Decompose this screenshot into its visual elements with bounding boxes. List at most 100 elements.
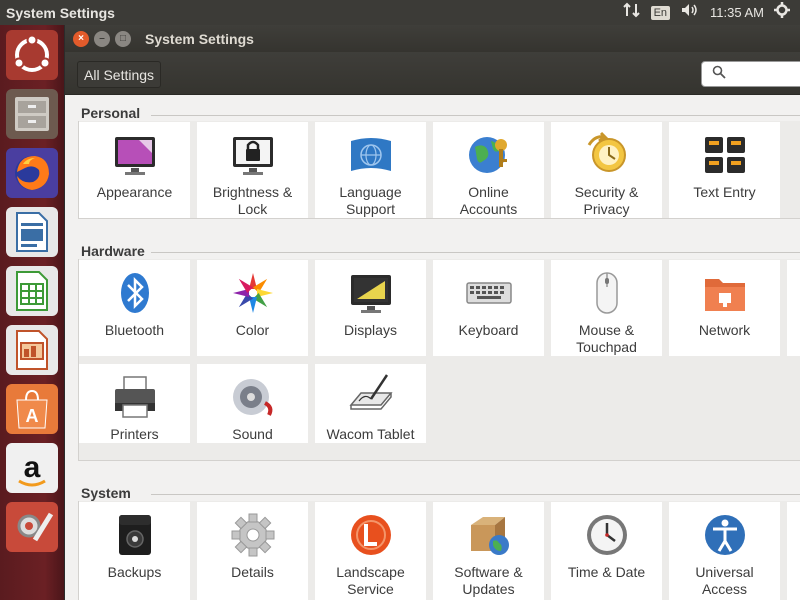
gear-icon[interactable] (774, 2, 790, 23)
amazon-icon[interactable]: a (6, 443, 58, 493)
tile-appearance[interactable]: Appearance (79, 122, 190, 218)
tile-label: Wacom Tablet (326, 426, 415, 442)
firefox-icon[interactable] (6, 148, 58, 198)
close-button[interactable]: × (73, 30, 89, 47)
network-icon (700, 268, 750, 318)
keyboard-icon (464, 268, 514, 318)
tile-sound[interactable]: Sound (197, 364, 308, 443)
backups-icon (110, 510, 160, 560)
printers-icon (110, 372, 160, 422)
tile-text-entry[interactable]: Text Entry (669, 122, 780, 218)
tile-time-date[interactable]: Time & Date (551, 502, 662, 600)
tile-wacom-tablet[interactable]: Wacom Tablet (315, 364, 426, 443)
tile-displays[interactable]: Displays (315, 260, 426, 356)
window-title: System Settings (145, 30, 254, 47)
tile-security-privacy[interactable]: Security & Privacy (551, 122, 662, 218)
software-center-icon[interactable]: A (6, 384, 58, 434)
language-support-icon (346, 130, 396, 180)
top-panel: System Settings En 11:35 AM (0, 0, 800, 25)
tile-label: Sound (232, 426, 273, 442)
section-divider (151, 115, 800, 116)
tile-label: Security & Privacy (574, 184, 639, 217)
tile-network[interactable]: Network (669, 260, 780, 356)
system-settings-window: × – □ System Settings All Settings Perso… (65, 25, 800, 600)
tile-label: Language Support (339, 184, 402, 217)
libreoffice-calc-icon[interactable] (6, 266, 58, 316)
tile-label: Keyboard (458, 322, 519, 338)
search-box[interactable] (701, 61, 800, 87)
landscape-service-icon (346, 510, 396, 560)
brightness-lock-icon (228, 130, 278, 180)
libreoffice-impress-icon[interactable] (6, 325, 58, 375)
tile-label: Online Accounts (459, 184, 518, 217)
time-date-icon (582, 510, 632, 560)
sound-icon (228, 372, 278, 422)
search-icon (712, 65, 726, 84)
tile-label: Universal Access (695, 564, 754, 597)
maximize-button[interactable]: □ (115, 30, 131, 47)
network-transfer-icon[interactable] (622, 2, 641, 23)
ubuntu-dash-icon[interactable] (6, 30, 58, 80)
section-divider (151, 494, 800, 495)
color-icon (228, 268, 278, 318)
wacom-tablet-icon (346, 372, 396, 422)
search-input[interactable] (732, 66, 800, 82)
all-settings-button[interactable]: All Settings (77, 61, 162, 88)
tile-label: Bluetooth (104, 322, 165, 338)
libreoffice-writer-icon[interactable] (6, 207, 58, 257)
tile-label: Details (231, 564, 274, 580)
tile-landscape-service[interactable]: Landscape Service (315, 502, 426, 600)
section-title-system: System (81, 485, 131, 501)
tile-label: Text Entry (693, 184, 756, 200)
tile-label: Printers (110, 426, 159, 442)
window-toolbar: All Settings (65, 52, 800, 95)
tile-mouse-touchpad[interactable]: Mouse & Touchpad (551, 260, 662, 356)
tile-label: Software & Updates (454, 564, 523, 597)
svg-text:A: A (26, 406, 39, 426)
tile-brightness-lock[interactable]: Brightness & Lock (197, 122, 308, 218)
tile-universal-access[interactable]: Universal Access (669, 502, 780, 600)
tile-label: Landscape Service (336, 564, 405, 597)
settings-content: Personal Hardware ⋮ System Appearance Br… (65, 95, 800, 600)
window-titlebar: × – □ System Settings (65, 25, 800, 52)
tile-label: Mouse & Touchpad (576, 322, 637, 355)
tile-backups[interactable]: Backups (79, 502, 190, 600)
files-icon[interactable] (6, 89, 58, 139)
tile-printers[interactable]: Printers (79, 364, 190, 443)
tile-color[interactable]: Color (197, 260, 308, 356)
volume-icon[interactable] (680, 2, 700, 23)
tile-software-updates[interactable]: Software & Updates (433, 502, 544, 600)
online-accounts-icon (464, 130, 514, 180)
keyboard-language-indicator[interactable]: En (650, 5, 671, 20)
minimize-button[interactable]: – (94, 30, 110, 47)
tile-bluetooth[interactable]: Bluetooth (79, 260, 190, 356)
top-panel-title: System Settings (6, 4, 115, 21)
tile-details[interactable]: Details (197, 502, 308, 600)
clock[interactable]: 11:35 AM (710, 5, 764, 20)
tile-label: Appearance (96, 184, 173, 200)
tile-label: Backups (107, 564, 162, 580)
tile-label: Color (235, 322, 270, 338)
tile-keyboard[interactable]: Keyboard (433, 260, 544, 356)
section-divider (151, 252, 800, 253)
system-settings-icon[interactable] (6, 502, 58, 552)
tile-language-support[interactable]: Language Support (315, 122, 426, 218)
svg-text:a: a (24, 451, 41, 484)
bluetooth-icon (110, 268, 160, 318)
displays-icon (346, 268, 396, 318)
tile-partial[interactable] (787, 260, 800, 356)
system-tray: En 11:35 AM (622, 0, 800, 25)
tile-online-accounts[interactable]: Online Accounts (433, 122, 544, 218)
tile-label: Brightness & Lock (212, 184, 293, 217)
tile-label: Time & Date (567, 564, 646, 580)
tile-label: Network (698, 322, 751, 338)
launcher: A a (0, 25, 64, 600)
details-icon (228, 510, 278, 560)
text-entry-icon (700, 130, 750, 180)
security-privacy-icon (582, 130, 632, 180)
section-title-hardware: Hardware (81, 243, 145, 259)
mouse-touchpad-icon (582, 268, 632, 318)
software-updates-icon (464, 510, 514, 560)
tile-partial[interactable] (787, 502, 800, 600)
tile-label: Displays (344, 322, 397, 338)
